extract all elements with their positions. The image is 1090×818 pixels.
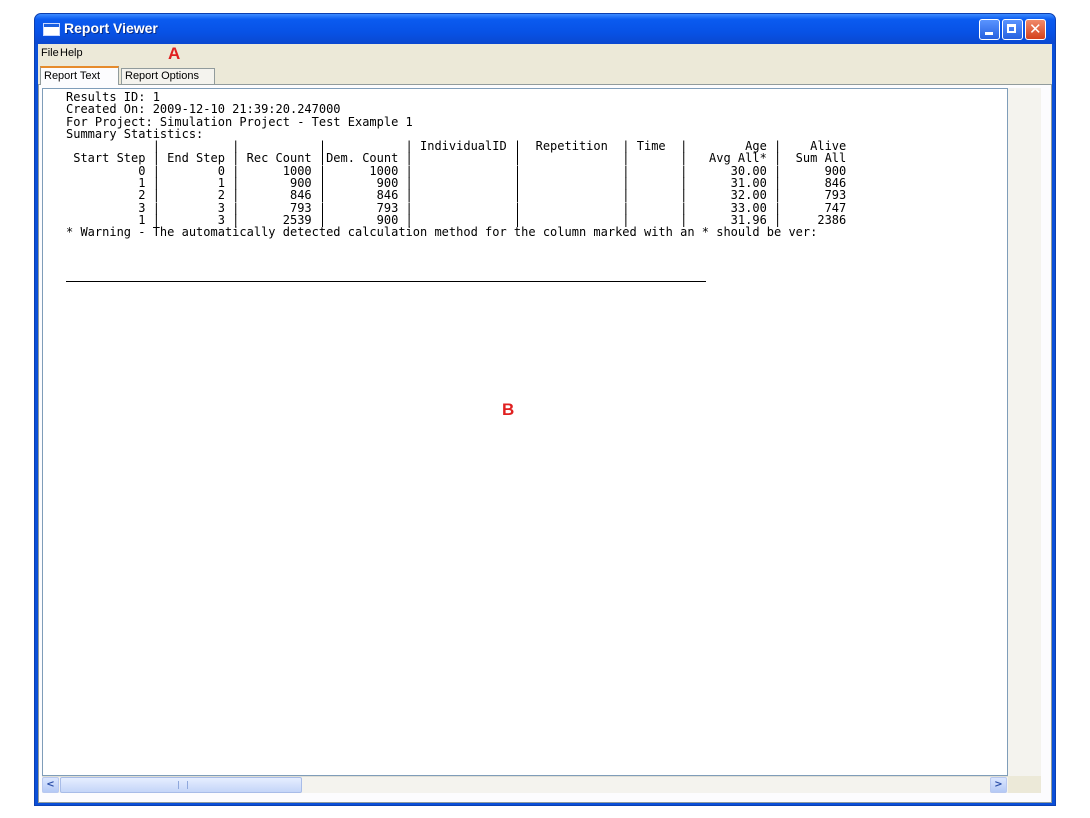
menu-file[interactable]: File xyxy=(41,47,59,59)
scroll-right-button[interactable]: > xyxy=(990,777,1007,793)
annotation-marker-a: A xyxy=(168,44,181,63)
window-client-area: File Help A Report Text Report Options R… xyxy=(38,44,1052,803)
tab-panel: Results ID: 1 Created On: 2009-12-10 21:… xyxy=(38,84,1052,803)
annotation-marker-b: B xyxy=(502,400,515,419)
report-text-area[interactable]: Results ID: 1 Created On: 2009-12-10 21:… xyxy=(42,88,1008,776)
maximize-button[interactable] xyxy=(1002,19,1023,40)
menu-help[interactable]: Help xyxy=(60,47,83,59)
tab-report-text[interactable]: Report Text xyxy=(40,66,119,85)
menu-bar: File Help A xyxy=(38,44,1052,63)
report-text: Results ID: 1 Created On: 2009-12-10 21:… xyxy=(66,90,847,240)
separator-line xyxy=(66,281,706,282)
maximize-icon xyxy=(1007,24,1016,33)
arrow-left-icon: < xyxy=(46,779,55,790)
tab-report-options[interactable]: Report Options xyxy=(121,68,215,84)
minimize-icon xyxy=(985,32,993,35)
window-title: Report Viewer xyxy=(64,20,158,36)
arrow-right-icon: > xyxy=(994,779,1003,790)
minimize-button[interactable] xyxy=(979,19,1000,40)
window-icon xyxy=(43,23,60,36)
title-bar[interactable]: Report Viewer ✕ xyxy=(35,14,1055,44)
vertical-scroll-area[interactable] xyxy=(1008,88,1041,776)
close-button[interactable]: ✕ xyxy=(1025,19,1046,40)
scroll-thumb[interactable] xyxy=(60,777,302,793)
horizontal-scrollbar[interactable]: < > xyxy=(42,776,1008,793)
grip-icon xyxy=(178,781,188,789)
scroll-left-button[interactable]: < xyxy=(42,777,59,793)
scroll-corner xyxy=(1008,776,1041,793)
close-icon: ✕ xyxy=(1029,20,1042,38)
report-viewer-window: Report Viewer ✕ File Help A Report Text … xyxy=(34,13,1056,806)
